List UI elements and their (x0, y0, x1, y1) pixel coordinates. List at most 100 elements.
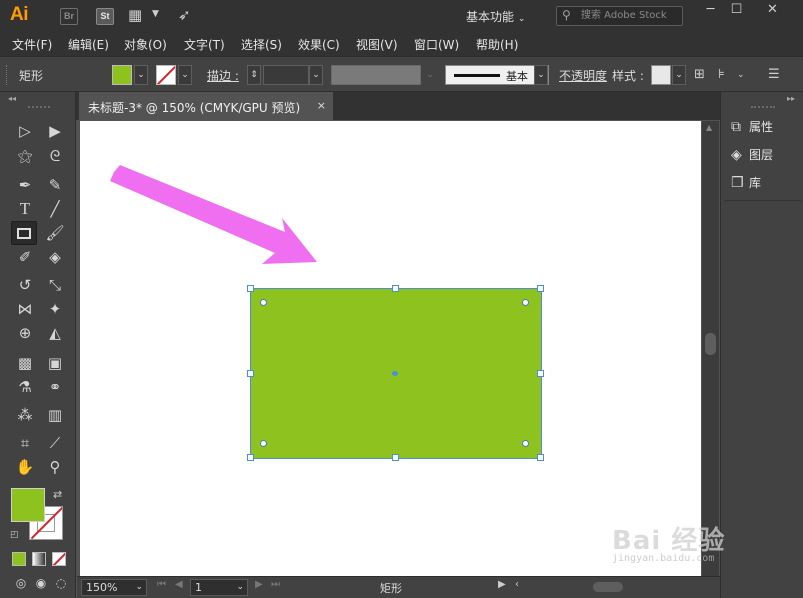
artboard-tool-icon[interactable]: ⌗ (13, 432, 37, 454)
menu-help[interactable]: 帮助(H) (476, 36, 518, 53)
stock-search-input[interactable]: ⚲ 搜索 Adobe Stock (556, 6, 683, 26)
gradient-mode-button[interactable] (32, 552, 46, 566)
corner-radius-widget[interactable] (260, 440, 267, 447)
menu-select[interactable]: 选择(S) (241, 36, 282, 53)
symbol-sprayer-tool-icon[interactable]: ⁂ (13, 404, 37, 426)
swap-fill-stroke-icon[interactable]: ⇄ (53, 488, 62, 501)
panel-libraries[interactable]: ❒ 库 (731, 174, 801, 196)
hand-tool-icon[interactable]: ✋ (13, 456, 37, 478)
width-tool-icon[interactable]: ⋈ (13, 298, 37, 320)
panel-grip[interactable] (751, 106, 775, 112)
collapse-icon[interactable]: ◂◂ (8, 94, 16, 103)
gradient-tool-icon[interactable]: ▣ (43, 352, 67, 374)
status-menu-icon[interactable]: ▶ (498, 579, 506, 590)
panel-menu-icon[interactable]: ☰ (768, 67, 780, 82)
puppet-warp-tool-icon[interactable]: ✦ (43, 298, 67, 320)
resize-handle-bottom[interactable] (392, 454, 399, 461)
previous-artboard-icon[interactable]: ◀ (175, 579, 183, 590)
resize-handle-top-left[interactable] (247, 285, 254, 292)
shaper-tool-icon[interactable]: ✐ (13, 246, 37, 268)
stroke-weight-dropdown[interactable]: ⌄ (309, 65, 323, 85)
chevron-down-icon[interactable]: ⌄ (135, 580, 143, 595)
chevron-down-icon[interactable]: ▼ (152, 9, 159, 19)
line-tool-icon[interactable]: ╱ (43, 198, 67, 220)
menu-window[interactable]: 窗口(W) (414, 36, 459, 53)
eyedropper-tool-icon[interactable]: ⚗ (13, 376, 37, 398)
panel-grip[interactable] (28, 106, 50, 112)
variable-width-profile[interactable] (331, 65, 421, 85)
paintbrush-tool-icon[interactable]: 🖌 (43, 222, 67, 244)
column-graph-tool-icon[interactable]: ▥ (43, 404, 67, 426)
control-bar-grip[interactable] (6, 65, 9, 85)
graphic-style-dropdown[interactable]: ⌄ (672, 65, 686, 85)
scale-tool-icon[interactable]: ⤡ (43, 274, 67, 296)
menu-edit[interactable]: 编辑(E) (68, 36, 109, 53)
rocket-icon[interactable]: ➶ (178, 6, 191, 24)
brush-dropdown[interactable]: ⌄ (534, 65, 548, 85)
resize-handle-bottom-right[interactable] (537, 454, 544, 461)
stroke-weight-input[interactable] (263, 65, 309, 85)
stock-button[interactable]: St (96, 8, 114, 25)
resize-handle-right[interactable] (537, 370, 544, 377)
scroll-left-icon[interactable]: ‹ (515, 579, 519, 590)
direct-selection-tool-icon[interactable]: ▷ (13, 120, 37, 142)
collapse-icon[interactable]: ▸▸ (787, 94, 795, 103)
type-tool-icon[interactable]: T (13, 198, 37, 220)
blend-tool-icon[interactable]: ⚭ (43, 376, 67, 398)
last-artboard-icon[interactable]: ⏭ (271, 579, 280, 590)
menu-file[interactable]: 文件(F) (12, 36, 52, 53)
mesh-tool-icon[interactable]: ▩ (13, 352, 37, 374)
zoom-level-field[interactable]: 150% ⌄ (81, 579, 147, 596)
panel-layers[interactable]: ◈ 图层 (731, 146, 801, 168)
resize-handle-left[interactable] (247, 370, 254, 377)
shape-builder-tool-icon[interactable]: ⊕ (13, 322, 37, 344)
menu-type[interactable]: 文字(T) (184, 36, 225, 53)
variable-width-dropdown[interactable]: ⌄ (423, 65, 437, 85)
vertical-scroll-thumb[interactable] (705, 333, 716, 355)
close-tab-icon[interactable]: × (317, 99, 326, 112)
default-fill-stroke-icon[interactable]: ◰ (10, 530, 19, 540)
close-window-button[interactable]: ✕ (756, 0, 789, 22)
maximize-button[interactable]: ☐ (720, 0, 753, 22)
opacity-label[interactable]: 不透明度 (559, 67, 607, 84)
stroke-swatch[interactable] (156, 65, 176, 85)
rotate-tool-icon[interactable]: ↺ (13, 274, 37, 296)
chevron-down-icon[interactable]: ⌄ (737, 70, 745, 80)
corner-radius-widget[interactable] (260, 299, 267, 306)
menu-view[interactable]: 视图(V) (356, 36, 398, 53)
align-grid-icon[interactable]: ⊞ (694, 67, 705, 82)
lasso-tool-icon[interactable]: ᘓ (43, 145, 67, 167)
panel-properties[interactable]: ⧉ 属性 (731, 118, 801, 140)
stroke-dropdown[interactable]: ⌄ (178, 65, 192, 85)
stroke-weight-stepper[interactable]: ⇕ (247, 65, 261, 85)
menu-effect[interactable]: 效果(C) (298, 36, 340, 53)
selection-tool-icon[interactable]: ▶ (43, 120, 67, 142)
eraser-tool-icon[interactable]: ◈ (43, 246, 67, 268)
perspective-grid-tool-icon[interactable]: ◭ (43, 322, 67, 344)
stroke-label[interactable]: 描边 : (207, 67, 239, 84)
pen-tool-icon[interactable]: ✒ (13, 174, 37, 196)
color-mode-button[interactable] (12, 552, 26, 566)
slice-tool-icon[interactable]: ⟋ (43, 432, 67, 454)
transform-icon[interactable]: ⊧ (718, 67, 725, 82)
arrange-documents-icon[interactable]: ▦ (128, 6, 142, 24)
fill-dropdown[interactable]: ⌄ (134, 65, 148, 85)
menu-object[interactable]: 对象(O) (124, 36, 167, 53)
none-mode-button[interactable] (52, 552, 66, 566)
screen-mode-icon[interactable]: ◌ (49, 572, 73, 594)
rectangle-tool-icon[interactable] (11, 221, 37, 245)
first-artboard-icon[interactable]: ⏮ (157, 579, 166, 590)
corner-radius-widget[interactable] (522, 440, 529, 447)
vertical-scrollbar[interactable]: ▲ (702, 121, 719, 576)
curvature-tool-icon[interactable]: ✎ (43, 174, 67, 196)
graphic-style-swatch[interactable] (651, 65, 671, 85)
resize-handle-top[interactable] (392, 285, 399, 292)
chevron-down-icon[interactable]: ⌄ (236, 580, 244, 595)
workspace-switcher[interactable]: 基本功能 ⌄ (466, 8, 525, 25)
bridge-button[interactable]: Br (60, 8, 78, 25)
resize-handle-top-right[interactable] (537, 285, 544, 292)
fill-swatch[interactable] (112, 65, 132, 85)
horizontal-scroll-thumb[interactable] (593, 582, 623, 592)
zoom-tool-icon[interactable]: ⚲ (43, 456, 67, 478)
magic-wand-tool-icon[interactable]: ⚝ (13, 145, 37, 167)
